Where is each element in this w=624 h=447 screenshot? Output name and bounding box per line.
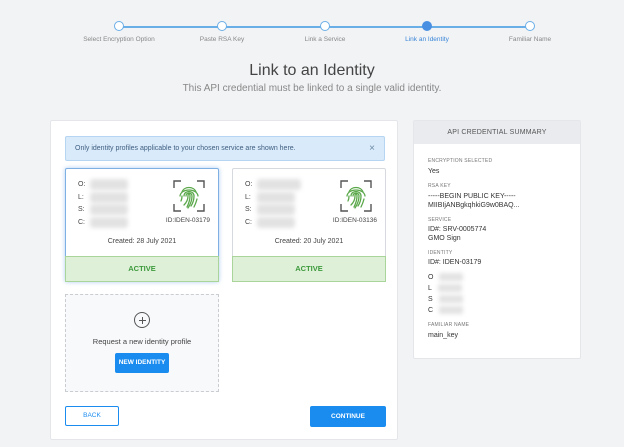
redacted-value bbox=[90, 179, 128, 190]
step-dot bbox=[320, 21, 330, 31]
rsa-key-line1: -----BEGIN PUBLIC KEY----- bbox=[428, 193, 516, 200]
step-link-service[interactable]: Link a Service bbox=[275, 21, 375, 43]
new-identity-prompt: Request a new identity profile bbox=[92, 337, 192, 346]
created-date: Created: 20 July 2021 bbox=[274, 238, 344, 245]
back-button[interactable]: BACK bbox=[65, 406, 119, 426]
identity-id-value: ID#: IDEN-03179 bbox=[428, 259, 482, 266]
step-label: Paste RSA Key bbox=[199, 36, 245, 43]
redacted-value bbox=[90, 204, 128, 215]
field-label-s: S: bbox=[245, 206, 252, 213]
step-dot-active bbox=[422, 21, 432, 31]
encryption-label: ENCRYPTION SELECTED bbox=[428, 158, 493, 164]
encryption-value: Yes bbox=[428, 168, 440, 175]
identity-label: IDENTITY bbox=[428, 250, 453, 256]
field-label-s: S: bbox=[78, 206, 85, 213]
step-paste-rsa-key[interactable]: Paste RSA Key bbox=[172, 21, 272, 43]
service-name: GMO Sign bbox=[428, 235, 461, 242]
api-credential-summary: API CREDENTIAL SUMMARY ENCRYPTION SELECT… bbox=[413, 120, 581, 359]
summary-body: ENCRYPTION SELECTED Yes RSA KEY -----BEG… bbox=[414, 144, 580, 339]
identity-selection-panel: Only identity profiles applicable to you… bbox=[50, 120, 398, 440]
fingerprint-icon bbox=[340, 180, 372, 212]
step-familiar-name[interactable]: Familiar Name bbox=[480, 21, 580, 43]
redacted-value bbox=[90, 216, 128, 228]
identity-card[interactable]: O: L: S: C: ID:IDEN-03179 Created: 28 Ju… bbox=[65, 168, 219, 282]
service-id: ID#: SRV-0005774 bbox=[428, 226, 487, 233]
info-notice: Only identity profiles applicable to you… bbox=[65, 136, 385, 161]
new-identity-button[interactable]: NEW IDENTITY bbox=[115, 353, 169, 373]
redacted-value bbox=[257, 179, 301, 190]
close-icon[interactable]: × bbox=[369, 137, 375, 160]
rsa-key-label: RSA KEY bbox=[428, 183, 451, 189]
familiar-name-value: main_key bbox=[428, 332, 458, 339]
field-label-s: S bbox=[428, 295, 433, 303]
step-dot bbox=[114, 21, 124, 31]
step-dot bbox=[525, 21, 535, 31]
redacted-value bbox=[257, 216, 295, 228]
field-label-l: L: bbox=[245, 193, 251, 201]
identity-fields: O: L: S: C: bbox=[78, 179, 128, 231]
step-label: Select Encryption Option bbox=[83, 36, 155, 43]
step-dot bbox=[217, 21, 227, 31]
continue-button[interactable]: CONTINUE bbox=[310, 406, 386, 427]
field-label-c: C bbox=[428, 306, 434, 314]
progress-stepper: Select Encryption Option Paste RSA Key L… bbox=[0, 0, 624, 50]
page-title: Link to an Identity bbox=[249, 62, 375, 79]
field-label-o: O bbox=[428, 273, 434, 281]
redacted-value bbox=[437, 284, 462, 292]
page-subtitle: This API credential must be linked to a … bbox=[182, 83, 442, 94]
redacted-value bbox=[257, 191, 295, 203]
step-label: Familiar Name bbox=[508, 36, 552, 43]
rsa-key-line2: MIIBIjANBgkqhkiG9w0BAQ... bbox=[428, 202, 520, 209]
new-identity-card: Request a new identity profile NEW IDENT… bbox=[65, 294, 219, 392]
step-label: Link an Identity bbox=[405, 36, 449, 43]
summary-title: API CREDENTIAL SUMMARY bbox=[414, 121, 580, 144]
identity-field-list: O L S C bbox=[428, 273, 566, 317]
identity-id: ID:IDEN-03136 bbox=[332, 217, 377, 224]
identity-id: ID:IDEN-03179 bbox=[165, 217, 210, 224]
status-badge: ACTIVE bbox=[65, 256, 219, 282]
field-label-l: L: bbox=[78, 193, 84, 201]
status-badge: ACTIVE bbox=[232, 256, 386, 282]
step-link-identity[interactable]: Link an Identity bbox=[377, 21, 477, 43]
step-select-encryption[interactable]: Select Encryption Option bbox=[69, 21, 169, 43]
notice-text: Only identity profiles applicable to you… bbox=[75, 145, 296, 152]
field-label-c: C: bbox=[245, 218, 252, 226]
redacted-value bbox=[438, 295, 463, 303]
created-date: Created: 28 July 2021 bbox=[107, 238, 177, 245]
field-label-o: O: bbox=[78, 181, 86, 188]
familiar-name-label: FAMILIAR NAME bbox=[428, 322, 470, 328]
identity-card[interactable]: O: L: S: C: ID:IDEN-03136 Created: 20 Ju… bbox=[232, 168, 386, 282]
field-label-c: C: bbox=[78, 218, 85, 226]
redacted-value bbox=[90, 191, 128, 203]
redacted-value bbox=[439, 306, 464, 314]
field-label-o: O: bbox=[245, 181, 253, 188]
plus-circle-icon bbox=[134, 312, 150, 328]
service-label: SERVICE bbox=[428, 217, 452, 223]
redacted-value bbox=[439, 273, 464, 281]
identity-fields: O: L: S: C: bbox=[245, 179, 301, 231]
step-label: Link a Service bbox=[304, 36, 346, 43]
field-label-l: L bbox=[428, 284, 432, 292]
redacted-value bbox=[257, 204, 295, 215]
fingerprint-icon bbox=[173, 180, 205, 212]
